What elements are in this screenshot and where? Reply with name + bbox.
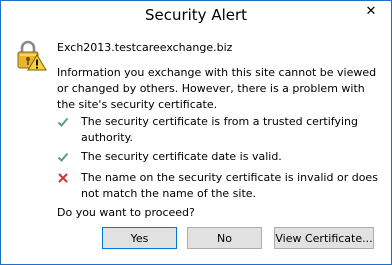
intro-text: Information you exchange with this site … <box>57 66 377 111</box>
security-alert-dialog: Security Alert ✕ Exch2013.testcareexchan… <box>0 0 392 265</box>
cert-check-text: The name on the security certificate is … <box>81 171 378 200</box>
lock-warning-icon <box>15 39 47 71</box>
site-hostname: Exch2013.testcareexchange.biz <box>57 41 233 54</box>
x-mark-icon <box>58 173 68 183</box>
proceed-question: Do you want to proceed? <box>57 206 195 219</box>
checkmark-icon <box>57 117 69 127</box>
view-certificate-button[interactable]: View Certificate... <box>274 227 374 249</box>
close-button[interactable]: ✕ <box>351 1 391 22</box>
cert-check-text: The security certificate date is valid. <box>81 150 282 163</box>
no-button[interactable]: No <box>187 227 262 249</box>
dialog-title: Security Alert <box>144 6 248 24</box>
yes-button[interactable]: Yes <box>102 227 177 249</box>
cert-check-text: The security certificate is from a trust… <box>81 115 358 144</box>
checkmark-icon <box>57 152 69 162</box>
close-icon: ✕ <box>365 4 377 19</box>
title-bar: Security Alert ✕ <box>1 1 391 31</box>
